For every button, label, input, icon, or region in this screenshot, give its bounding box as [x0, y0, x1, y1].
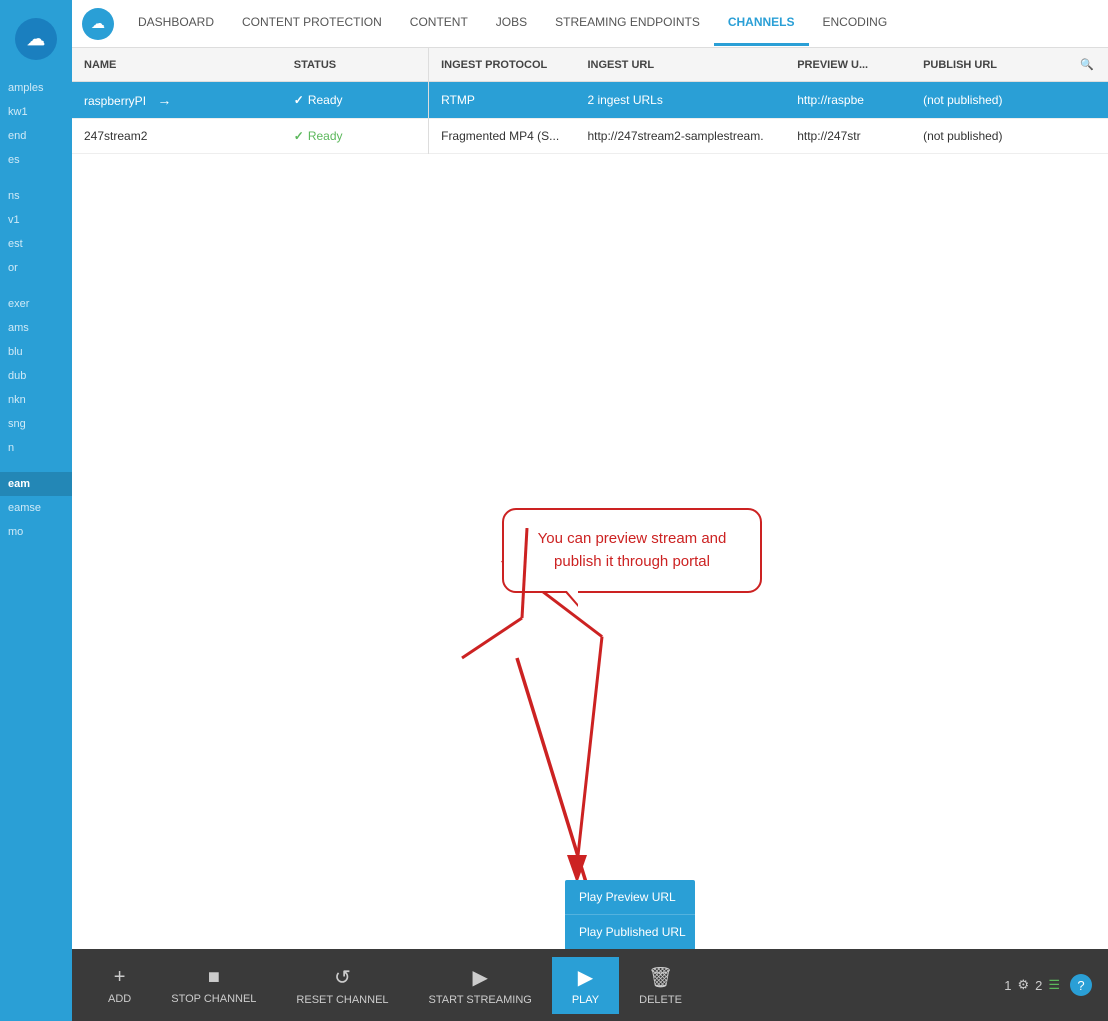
nav-items: DASHBOARD CONTENT PROTECTION CONTENT JOB… — [124, 1, 901, 46]
sidebar: ☁ amples kw1 end es ns v1 est or exer am… — [0, 0, 72, 1021]
top-navigation: ☁ DASHBOARD CONTENT PROTECTION CONTENT J… — [72, 0, 1108, 48]
channels-table-container: NAME STATUS INGEST PROTOCOL INGEST URL P… — [72, 48, 1108, 154]
sidebar-item-eam[interactable]: eam — [0, 472, 72, 496]
sidebar-section-3: eam eamse mo — [0, 472, 72, 544]
sidebar-section-2: exer ams blu dub nkn sng n — [0, 292, 72, 460]
search-icon: 🔍 — [1080, 59, 1094, 71]
toolbar-actions: + ADD ■ STOP CHANNEL ↺ RESET CHANNEL ▶ S… — [88, 957, 702, 1014]
channels-table: NAME STATUS INGEST PROTOCOL INGEST URL P… — [72, 48, 1108, 154]
sidebar-item-est[interactable]: est — [0, 232, 72, 256]
settings-icon[interactable]: ⚙ — [1017, 977, 1029, 993]
col-header-name: NAME — [72, 48, 282, 82]
delete-icon: 🗑 — [648, 965, 673, 990]
cloud-icon: ☁ — [91, 15, 105, 32]
add-icon: + — [114, 966, 126, 989]
col-header-status: STATUS — [282, 48, 429, 82]
topnav-logo: ☁ — [82, 8, 114, 40]
nav-dashboard[interactable]: DASHBOARD — [124, 1, 228, 46]
table-row[interactable]: raspberryPI → Ready RTMP 2 ingest URLs h… — [72, 82, 1108, 119]
help-icon[interactable]: ? — [1070, 974, 1092, 996]
cell-preview-url: http://247str — [785, 119, 911, 154]
sidebar-item-or[interactable]: or — [0, 256, 72, 280]
cell-name: raspberryPI → — [72, 82, 282, 119]
sidebar-item-es[interactable]: es — [0, 148, 72, 172]
cell-publish-url: (not published) — [911, 82, 1068, 119]
cell-status: Ready — [282, 82, 429, 119]
sidebar-item-blu[interactable]: blu — [0, 340, 72, 364]
sidebar-item-nkn[interactable]: nkn — [0, 388, 72, 412]
list-icon[interactable]: ☰ — [1048, 977, 1060, 993]
sidebar-item-v1[interactable]: v1 — [0, 208, 72, 232]
cell-ingest-url: http://247stream2-samplestream. — [575, 119, 785, 154]
play-preview-url-item[interactable]: Play Preview URL — [565, 880, 695, 915]
callout-bubble: You can preview stream and publish it th… — [502, 508, 762, 593]
sidebar-item-ams[interactable]: ams — [0, 316, 72, 340]
cell-preview-url: http://raspbe — [785, 82, 911, 119]
table-row[interactable]: 247stream2 Ready Fragmented MP4 (S... ht… — [72, 119, 1108, 154]
sidebar-item-sng[interactable]: sng — [0, 412, 72, 436]
main-content: ☁ DASHBOARD CONTENT PROTECTION CONTENT J… — [72, 0, 1108, 1021]
cell-name: 247stream2 — [72, 119, 282, 154]
sidebar-item-ns[interactable]: ns — [0, 184, 72, 208]
col-header-ingest-protocol: INGEST PROTOCOL — [429, 48, 576, 82]
toolbar-number-2: 2 — [1035, 978, 1042, 993]
cell-ingest-protocol: RTMP — [429, 82, 576, 119]
col-header-publish-url: PUBLISH URL — [911, 48, 1068, 82]
play-icon: ▶ — [578, 965, 593, 990]
sidebar-item-n[interactable]: n — [0, 436, 72, 460]
start-streaming-icon: ▶ — [472, 965, 487, 990]
cell-publish-url: (not published) — [911, 119, 1068, 154]
callout-tail-inner — [566, 590, 578, 604]
col-header-ingest-url: INGEST URL — [575, 48, 785, 82]
col-header-preview-url: PREVIEW U... — [785, 48, 911, 82]
sidebar-item-exer[interactable]: exer — [0, 292, 72, 316]
sidebar-section: ns v1 est or — [0, 184, 72, 280]
reset-channel-button[interactable]: ↺ RESET CHANNEL — [276, 957, 408, 1014]
delete-button[interactable]: 🗑 DELETE — [619, 957, 702, 1014]
sidebar-item-kw1[interactable]: kw1 — [0, 100, 72, 124]
reset-icon: ↺ — [334, 965, 351, 990]
toolbar-number-1: 1 — [1004, 978, 1011, 993]
stop-icon: ■ — [208, 966, 220, 989]
play-published-url-item[interactable]: Play Published URL — [565, 915, 695, 949]
sidebar-item-end[interactable]: end — [0, 124, 72, 148]
arrow-right-icon: → — [157, 92, 171, 108]
play-dropdown-menu: Play Preview URL Play Published URL — [565, 880, 695, 949]
cell-ingest-protocol: Fragmented MP4 (S... — [429, 119, 576, 154]
bottom-toolbar: + ADD ■ STOP CHANNEL ↺ RESET CHANNEL ▶ S… — [72, 949, 1108, 1021]
sidebar-item-amples[interactable]: amples — [0, 76, 72, 100]
nav-streaming-endpoints[interactable]: STREAMING ENDPOINTS — [541, 1, 714, 46]
add-button[interactable]: + ADD — [88, 958, 151, 1013]
content-area: NAME STATUS INGEST PROTOCOL INGEST URL P… — [72, 48, 1108, 949]
nav-encoding[interactable]: ENCODING — [809, 1, 902, 46]
cell-empty — [1068, 119, 1108, 154]
cell-ingest-url: 2 ingest URLs — [575, 82, 785, 119]
toolbar-right: 1 ⚙ 2 ☰ ? — [1004, 974, 1092, 996]
sidebar-item-eamseu[interactable]: eamse — [0, 496, 72, 520]
cell-empty — [1068, 82, 1108, 119]
sidebar-item-dub[interactable]: dub — [0, 364, 72, 388]
nav-content-protection[interactable]: CONTENT PROTECTION — [228, 1, 396, 46]
nav-content[interactable]: CONTENT — [396, 1, 482, 46]
nav-channels[interactable]: CHANNELS — [714, 1, 809, 46]
nav-jobs[interactable]: JOBS — [482, 1, 541, 46]
sidebar-item-mo[interactable]: mo — [0, 520, 72, 544]
cell-status: Ready — [282, 119, 429, 154]
callout-tail-outer — [564, 591, 578, 607]
stop-channel-button[interactable]: ■ STOP CHANNEL — [151, 958, 276, 1013]
sidebar-logo: ☁ — [15, 18, 57, 60]
callout: You can preview stream and publish it th… — [502, 508, 762, 593]
annotation-overlay — [72, 48, 1108, 949]
search-icon-header[interactable]: 🔍 — [1068, 48, 1108, 82]
start-streaming-button[interactable]: ▶ START STREAMING — [409, 957, 552, 1014]
play-button[interactable]: ▶ PLAY — [552, 957, 619, 1014]
